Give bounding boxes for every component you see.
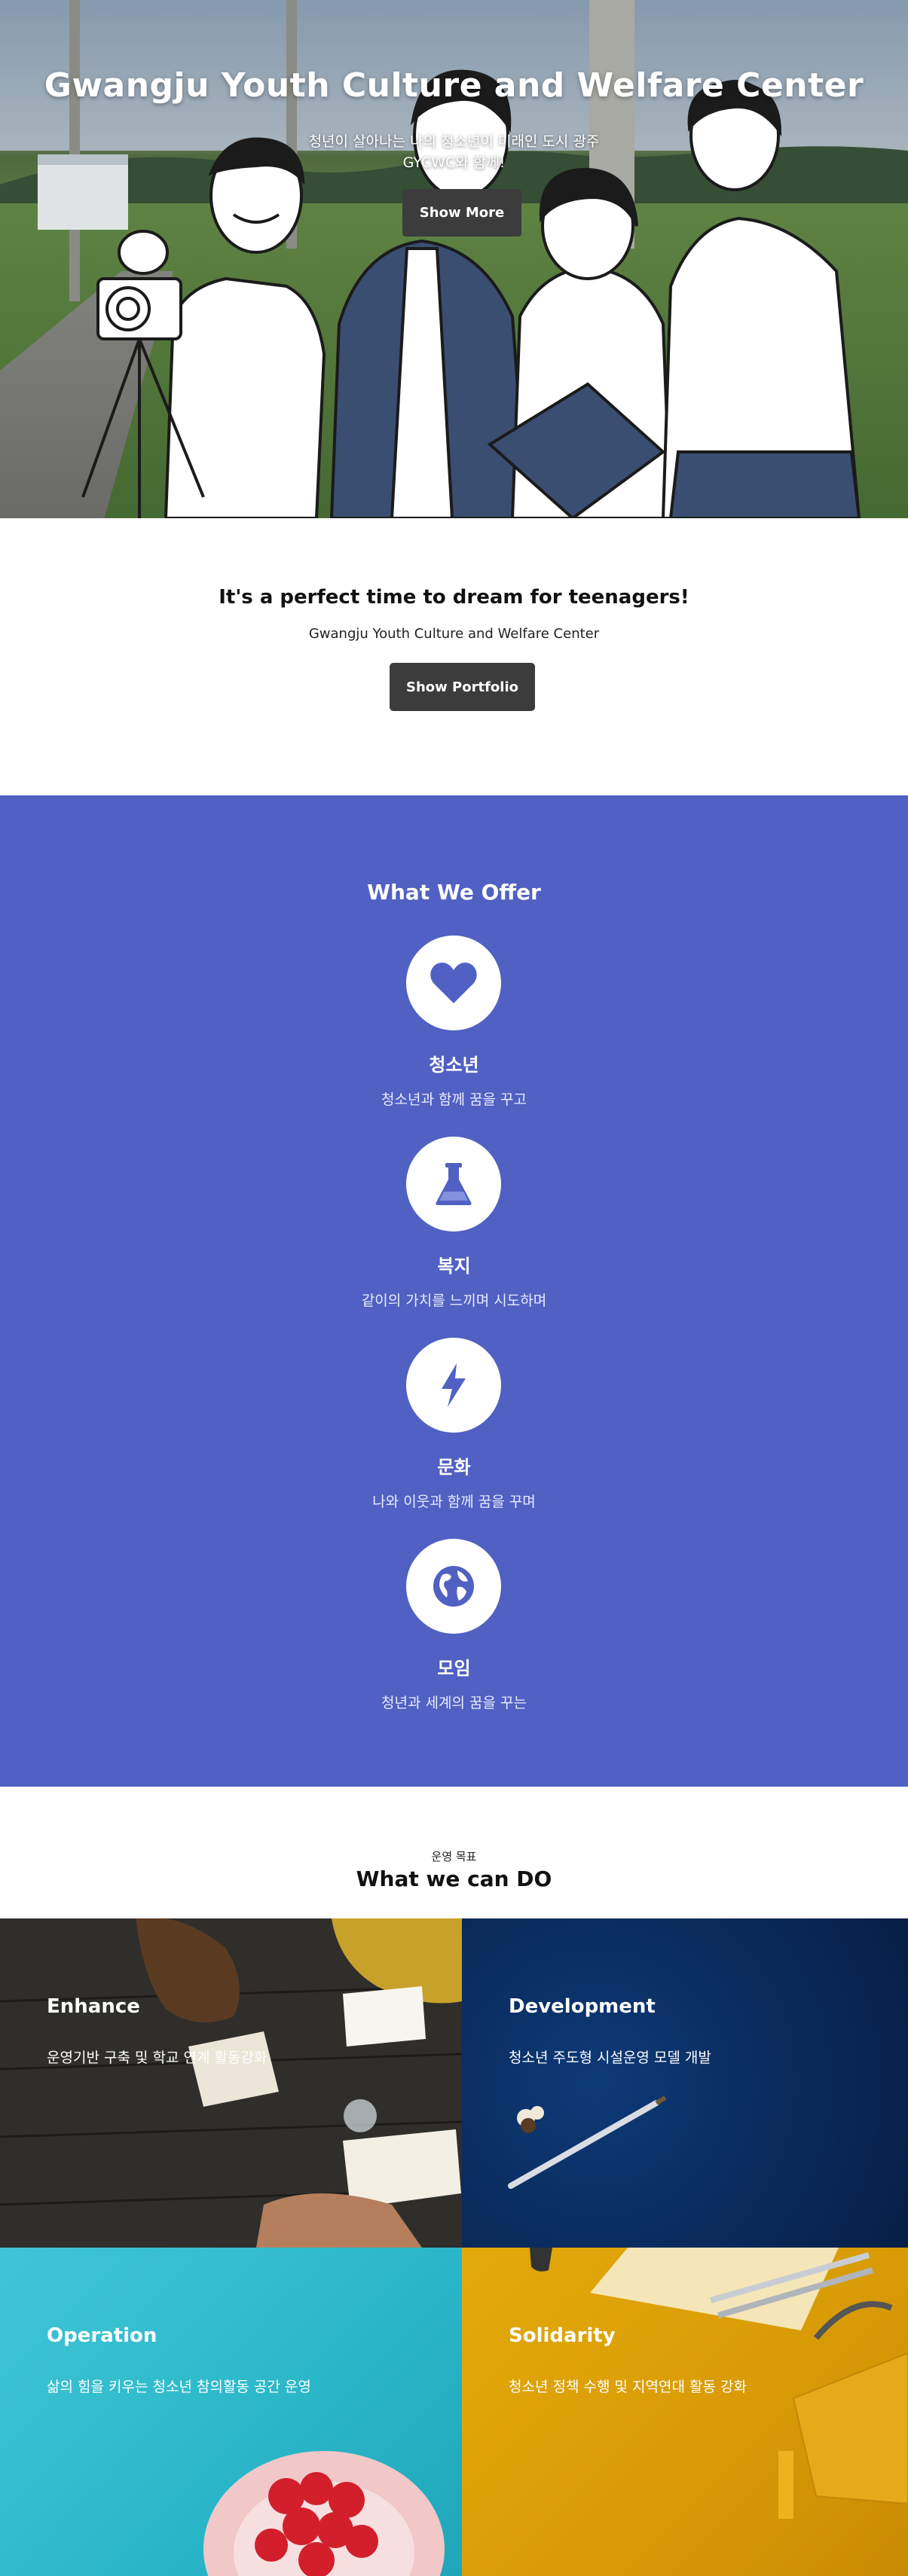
goal-tile-desc: 삶의 힘을 키우는 청소년 참의활동 공간 운영 xyxy=(47,2379,311,2395)
offer-item: 문화 나와 이웃과 함께 꿈을 꾸며 xyxy=(0,1338,908,1534)
offer-icon-circle xyxy=(406,1539,501,1634)
show-more-button[interactable]: Show More xyxy=(402,189,521,237)
page: Gwangju Youth Culture and Welfare Center… xyxy=(0,0,908,2576)
goal-tile-title: Development xyxy=(509,1995,656,2018)
offer-item: 복지 같이의 가치를 느끼며 시도하며 xyxy=(0,1137,908,1332)
offer-item: 모임 청년과 세계의 꿈을 꾸는 xyxy=(0,1539,908,1735)
offer-icon-circle xyxy=(406,935,501,1030)
heart-icon xyxy=(430,963,477,1003)
stationery-photo xyxy=(530,2248,908,2519)
flask-icon xyxy=(436,1163,472,1205)
goal-tile-desc: 청소년 주도형 시설운영 모델 개발 xyxy=(509,2050,711,2066)
pencil-photo xyxy=(508,2095,667,2189)
goal-tile-title: Solidarity xyxy=(509,2324,616,2347)
intro-subheading: Gwangju Youth Culture and Welfare Center xyxy=(308,626,600,642)
hero-section: Gwangju Youth Culture and Welfare Center… xyxy=(0,0,908,518)
table-photo xyxy=(0,1918,462,2248)
offer-item-desc: 청소년과 함께 꿈을 꾸고 xyxy=(381,1091,527,1108)
hero-subtitle: 청년이 살아나는 나의 청소년이 미래인 도시 광주 GYCWC와 함께! xyxy=(0,131,908,173)
strawberry-photo xyxy=(203,2451,445,2576)
offer-item-title: 청소년 xyxy=(429,1055,479,1076)
goal-tile-title: Operation xyxy=(47,2324,157,2347)
goals-heading: What we can DO xyxy=(356,1866,552,1891)
offer-icon-circle xyxy=(406,1137,501,1232)
bolt-icon xyxy=(442,1363,466,1407)
offer-heading: What We Offer xyxy=(367,880,541,905)
goals-header: 운영 목표 What we can DO xyxy=(0,1787,908,1918)
hero-subtitle-line2: GYCWC와 함께! xyxy=(402,154,506,171)
offer-item-title: 문화 xyxy=(437,1457,471,1478)
offer-item-desc: 나와 이웃과 함께 꿈을 꾸며 xyxy=(372,1494,536,1510)
intro-heading: It's a perfect time to dream for teenage… xyxy=(219,586,689,609)
goal-tile-desc: 운영기반 구축 및 학교 연계 활동강화 xyxy=(47,2050,268,2066)
offer-item-title: 복지 xyxy=(437,1256,471,1277)
offer-item: 청소년 청소년과 함께 꿈을 꾸고 xyxy=(0,935,908,1131)
goal-tile-solidarity[interactable]: Solidarity 청소년 정책 수행 및 지역연대 활동 강화 xyxy=(462,2248,908,2576)
offer-section: What We Offer 청소년 청소년과 함께 꿈을 꾸고 복지 같이의 가… xyxy=(0,795,908,1787)
offer-item-desc: 청년과 세계의 꿈을 꾸는 xyxy=(381,1695,527,1711)
show-portfolio-button[interactable]: Show Portfolio xyxy=(390,663,535,711)
hero-subtitle-line1: 청년이 살아나는 나의 청소년이 미래인 도시 광주 xyxy=(308,133,600,150)
goal-tile-title: Enhance xyxy=(47,1995,140,2018)
goal-tile-operation[interactable]: Operation 삶의 힘을 키우는 청소년 참의활동 공간 운영 xyxy=(0,2248,462,2576)
goal-tile-desc: 청소년 정책 수행 및 지역연대 활동 강화 xyxy=(509,2379,747,2395)
goal-tile-enhance[interactable]: Enhance 운영기반 구축 및 학교 연계 활동강화 xyxy=(0,1918,462,2248)
offer-item-title: 모임 xyxy=(437,1658,471,1679)
goals-label: 운영 목표 xyxy=(431,1850,477,1863)
goal-tile-development[interactable]: Development 청소년 주도형 시설운영 모델 개발 xyxy=(462,1918,908,2248)
offer-icon-circle xyxy=(406,1338,501,1433)
hero-title: Gwangju Youth Culture and Welfare Center xyxy=(44,66,864,105)
offer-item-desc: 같이의 가치를 느끼며 시도하며 xyxy=(361,1293,547,1309)
globe-icon xyxy=(433,1566,474,1607)
intro-section: It's a perfect time to dream for teenage… xyxy=(0,518,908,795)
